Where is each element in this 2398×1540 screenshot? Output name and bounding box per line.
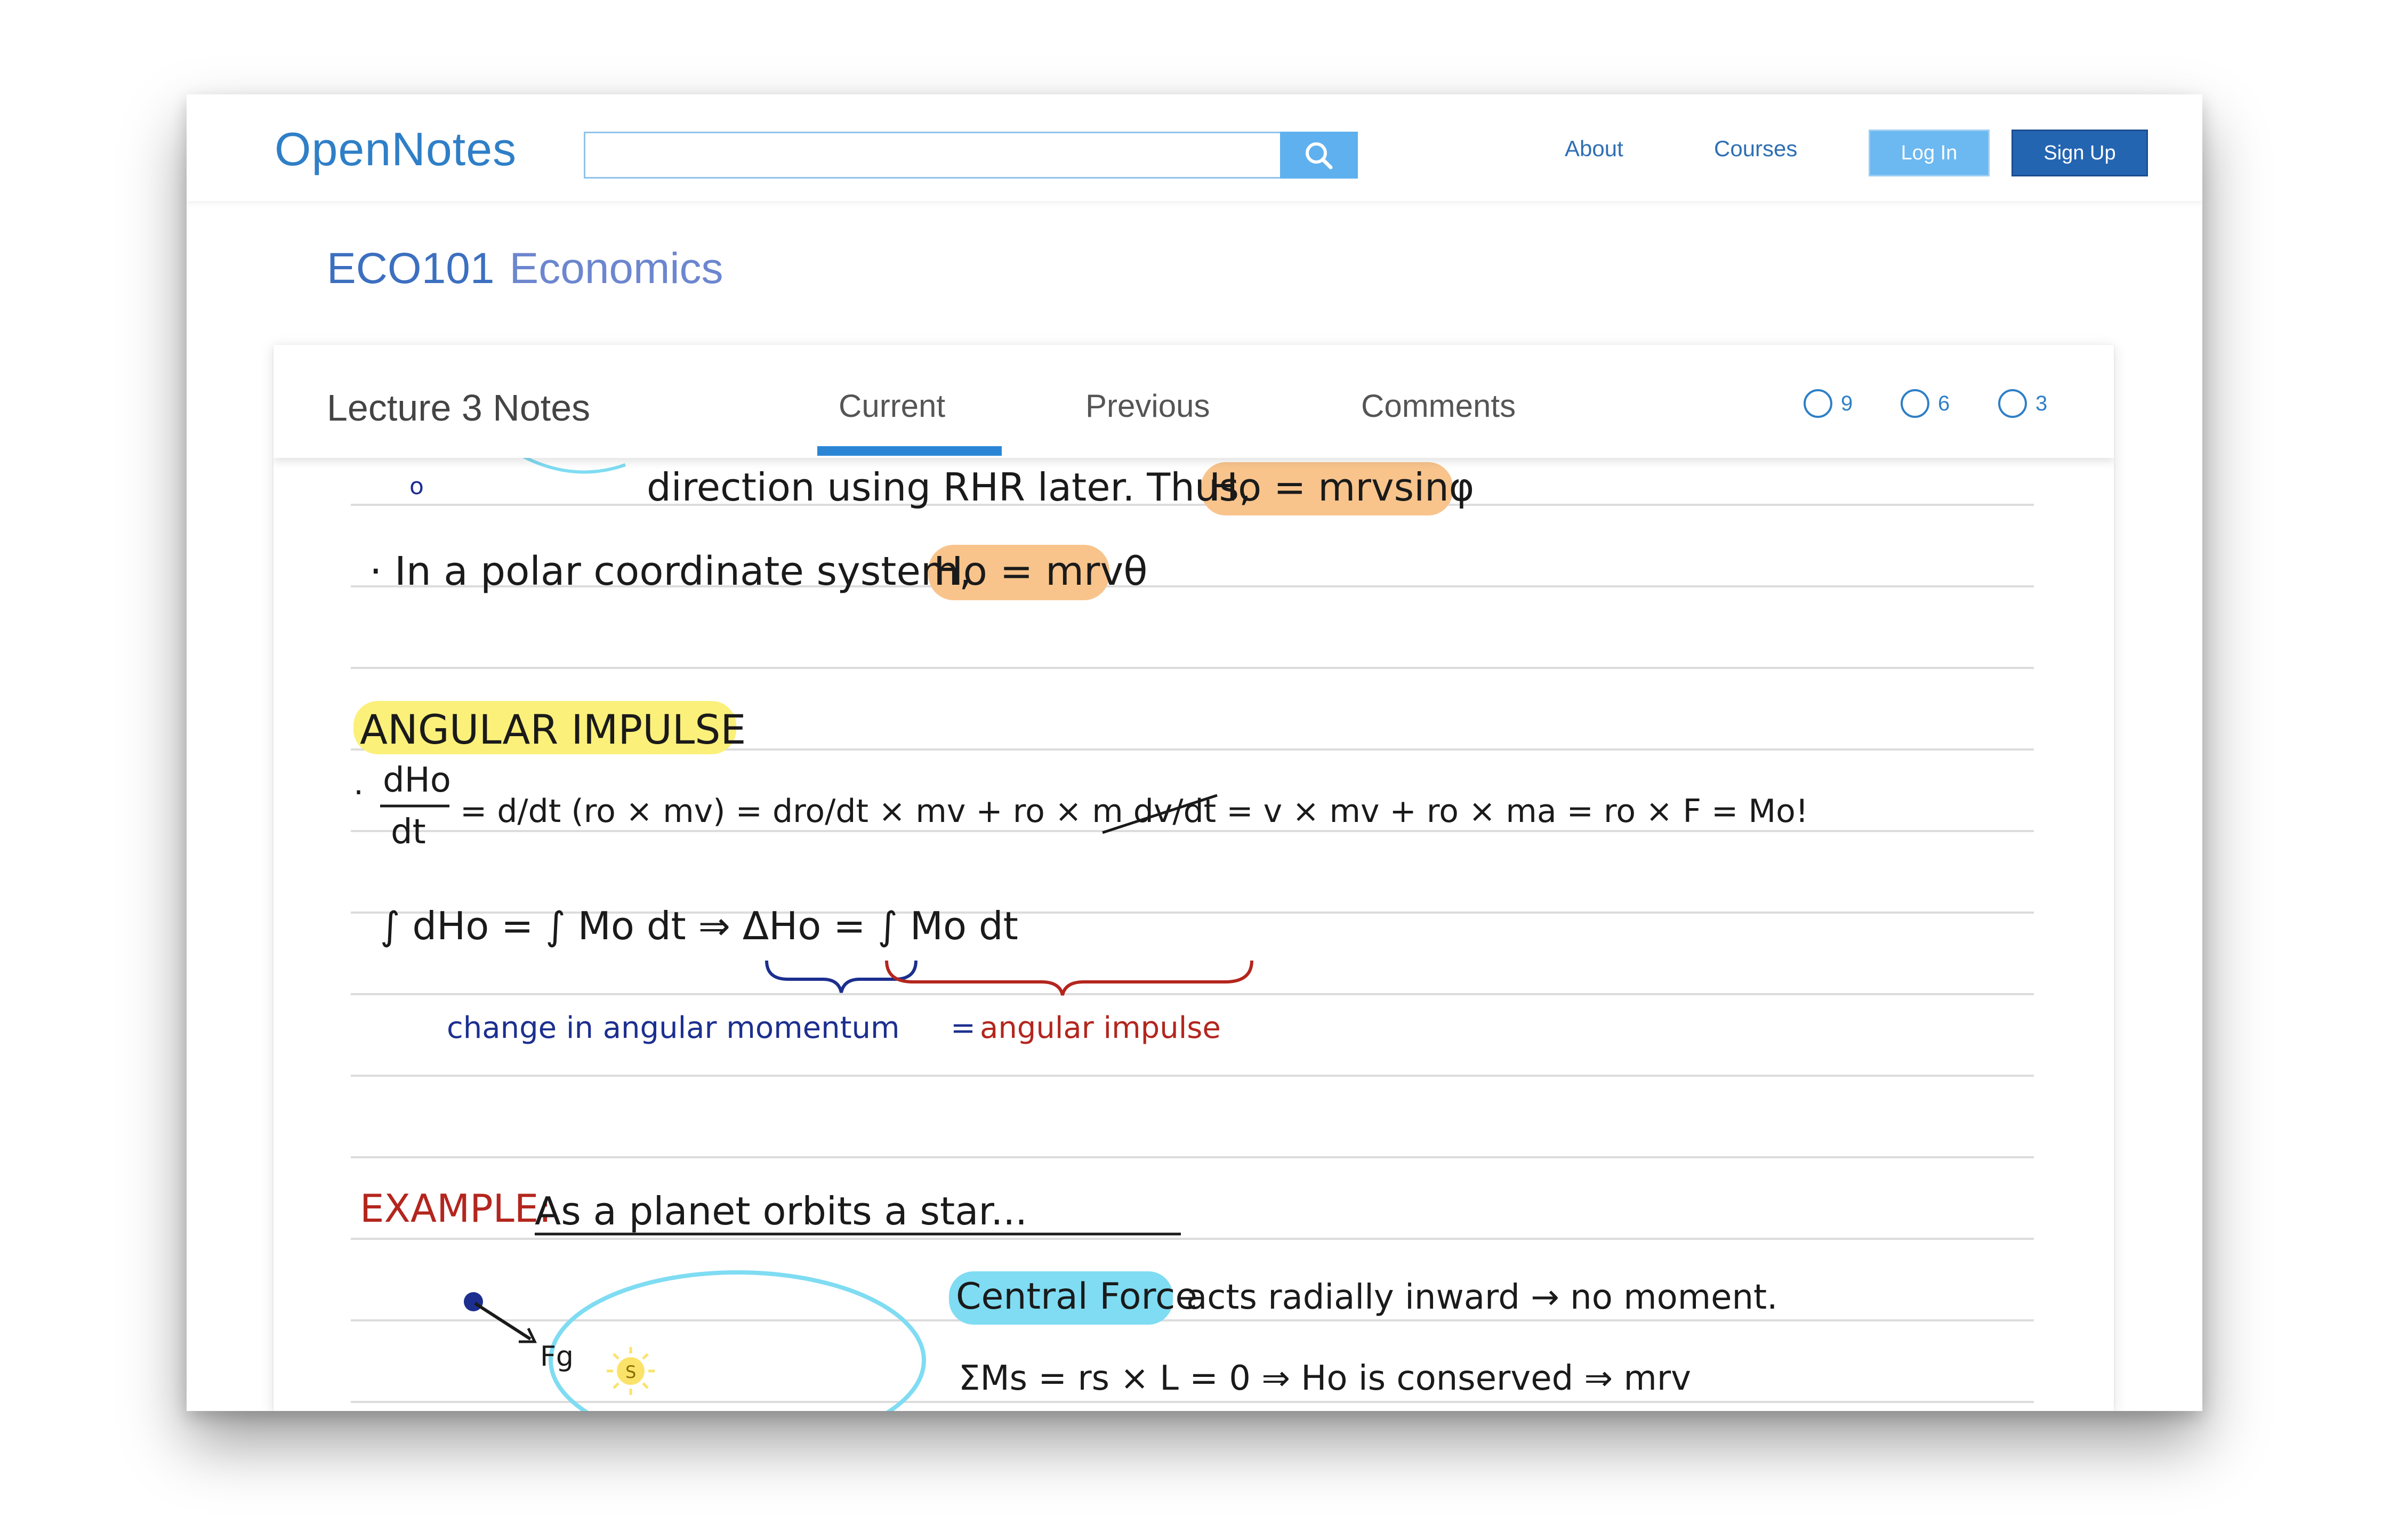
brace-eq: = bbox=[951, 1011, 976, 1045]
notes-line1-eq: Ho = mrvsinφ bbox=[1209, 465, 1474, 510]
tab-previous[interactable]: Previous bbox=[1085, 388, 1210, 424]
eq2-body: ∫ dHo = ∫ Mo dt ⇒ ΔHo = ∫ Mo dt bbox=[380, 904, 1018, 948]
tab-current[interactable]: Current bbox=[839, 388, 945, 424]
ruled-lines bbox=[351, 504, 2034, 1403]
search-icon bbox=[1306, 142, 1333, 170]
notes-heading: ANGULAR IMPULSE bbox=[360, 706, 746, 753]
eq1-dt: dt bbox=[391, 812, 426, 852]
notes-top-fragment: o bbox=[409, 473, 424, 500]
example-label: EXAMPLE: bbox=[360, 1186, 551, 1231]
app-logo[interactable]: OpenNotes bbox=[275, 122, 517, 176]
eq1-bullet: · bbox=[353, 774, 364, 811]
counter-3-value: 3 bbox=[2035, 391, 2048, 415]
course-heading: ECO101 Economics bbox=[327, 244, 723, 294]
notes-page: o direction using RHR later. Thus, Ho = … bbox=[351, 453, 2034, 1411]
tab-comments[interactable]: Comments bbox=[1361, 388, 1516, 424]
active-tab-indicator bbox=[817, 446, 1002, 456]
search-input[interactable] bbox=[584, 132, 1283, 179]
orbit-ellipse bbox=[549, 1270, 926, 1411]
circle-icon bbox=[1901, 389, 1929, 418]
nav-courses-link[interactable]: Courses bbox=[1714, 136, 1797, 162]
central-force-label: Central Force bbox=[956, 1276, 1197, 1318]
signup-button[interactable]: Sign Up bbox=[2011, 130, 2148, 176]
counter-2-value: 6 bbox=[1938, 391, 1950, 415]
example-text: As a planet orbits a star... bbox=[535, 1189, 1027, 1233]
eq1-body: = d/dt (ro × mv) = dro/dt × mv + ro × m … bbox=[460, 793, 1808, 830]
central-force-rest: acts radially inward → no moment. bbox=[1186, 1278, 1777, 1317]
card-title: Lecture 3 Notes bbox=[327, 387, 591, 429]
course-name: Economics bbox=[509, 244, 723, 293]
course-code: ECO101 bbox=[327, 244, 495, 293]
eq1-dho: dHo bbox=[383, 761, 451, 800]
lecture-notes-card: o direction using RHR later. Thus, Ho = … bbox=[273, 345, 2114, 1411]
notes-line2-eq: Ho = mrvθ bbox=[934, 549, 1148, 594]
login-button[interactable]: Log In bbox=[1869, 130, 1990, 176]
counter-1[interactable]: 9 bbox=[1804, 385, 1853, 422]
notes-line1: direction using RHR later. Thus, bbox=[647, 465, 1251, 510]
brace-red bbox=[885, 960, 1253, 996]
sun-label: S bbox=[625, 1362, 636, 1382]
top-navbar: OpenNotes About Courses Log In Sign Up bbox=[187, 94, 2202, 201]
circle-icon bbox=[1804, 389, 1832, 418]
nav-about-link[interactable]: About bbox=[1565, 136, 1623, 162]
circle-icon bbox=[1998, 389, 2027, 418]
fg-label: Fg bbox=[540, 1341, 574, 1373]
brace-left-label: change in angular momentum bbox=[447, 1011, 900, 1045]
counter-3[interactable]: 3 bbox=[1998, 385, 2047, 422]
moment-equation: ΣMs = rs × L = 0 ⇒ Ho is conserved ⇒ mrv bbox=[959, 1359, 1691, 1398]
brace-right-label: angular impulse bbox=[980, 1011, 1221, 1045]
app-window: OpenNotes About Courses Log In Sign Up E… bbox=[187, 94, 2202, 1411]
search-button[interactable] bbox=[1280, 132, 1358, 179]
counter-1-value: 9 bbox=[1841, 391, 1853, 415]
notes-line2: · In a polar coordinate system, bbox=[369, 549, 972, 594]
card-header: Lecture 3 Notes Current Previous Comment… bbox=[273, 345, 2114, 458]
counter-2[interactable]: 6 bbox=[1901, 385, 1950, 422]
search-bar bbox=[584, 132, 1358, 179]
